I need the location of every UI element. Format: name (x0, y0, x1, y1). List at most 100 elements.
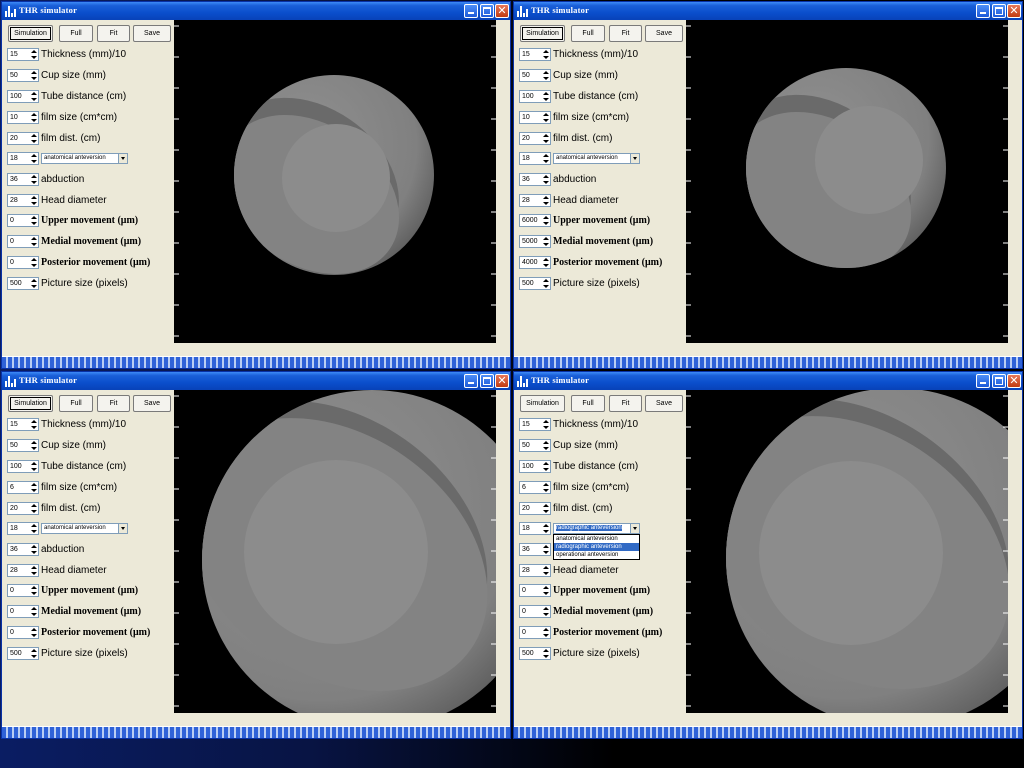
spin-up-icon[interactable] (543, 113, 549, 116)
spin-down-icon[interactable] (31, 634, 37, 637)
spin-down-icon[interactable] (543, 119, 549, 122)
dropdown-option-anatomical-anteversion[interactable]: anatomical anteversion (554, 535, 639, 543)
maximize-button[interactable] (480, 4, 494, 18)
horizontal-scrollbar[interactable] (2, 726, 510, 738)
spinner-arrows[interactable] (541, 627, 550, 638)
value-spinner[interactable]: 100 (519, 90, 551, 103)
spin-up-icon[interactable] (31, 113, 37, 116)
spin-up-icon[interactable] (31, 258, 37, 261)
maximize-button[interactable] (992, 4, 1006, 18)
spin-down-icon[interactable] (543, 243, 549, 246)
spin-up-icon[interactable] (31, 462, 37, 465)
value-spinner[interactable]: 10 (7, 111, 39, 124)
spin-up-icon[interactable] (543, 649, 549, 652)
spinner-arrows[interactable] (29, 257, 38, 268)
value-spinner[interactable]: 500 (519, 647, 551, 660)
horizontal-scrollbar[interactable] (2, 356, 510, 368)
spin-down-icon[interactable] (543, 510, 549, 513)
value-spinner[interactable]: 15 (7, 48, 39, 61)
spin-down-icon[interactable] (543, 572, 549, 575)
spinner-arrows[interactable] (541, 565, 550, 576)
spin-down-icon[interactable] (543, 56, 549, 59)
spin-down-icon[interactable] (543, 285, 549, 288)
spin-up-icon[interactable] (31, 504, 37, 507)
spin-up-icon[interactable] (543, 237, 549, 240)
value-spinner[interactable]: 10 (519, 111, 551, 124)
value-spinner[interactable]: 0 (7, 214, 39, 227)
spin-up-icon[interactable] (543, 462, 549, 465)
spin-down-icon[interactable] (31, 655, 37, 658)
spin-down-icon[interactable] (31, 613, 37, 616)
value-spinner[interactable]: 18 (7, 152, 39, 165)
close-button[interactable]: ✕ (495, 374, 509, 388)
dropdown-option-radiographic-anteversion[interactable]: radiographic anteversion (554, 543, 639, 551)
spinner-arrows[interactable] (29, 91, 38, 102)
chevron-down-icon[interactable] (118, 524, 127, 533)
spin-up-icon[interactable] (31, 420, 37, 423)
full-button[interactable]: Full (571, 395, 605, 412)
spin-up-icon[interactable] (31, 483, 37, 486)
spin-up-icon[interactable] (31, 92, 37, 95)
value-spinner[interactable]: 28 (519, 194, 551, 207)
spinner-arrows[interactable] (29, 585, 38, 596)
spin-up-icon[interactable] (543, 92, 549, 95)
value-spinner[interactable]: 0 (519, 584, 551, 597)
fit-button[interactable]: Fit (97, 395, 130, 412)
save-button[interactable]: Save (645, 25, 683, 42)
spin-down-icon[interactable] (31, 98, 37, 101)
value-spinner[interactable]: 20 (519, 132, 551, 145)
close-button[interactable]: ✕ (1007, 374, 1021, 388)
value-spinner[interactable]: 500 (7, 647, 39, 660)
spin-up-icon[interactable] (543, 504, 549, 507)
spin-down-icon[interactable] (543, 264, 549, 267)
spinner-arrows[interactable] (29, 112, 38, 123)
chevron-down-icon[interactable] (118, 154, 127, 163)
spinner-arrows[interactable] (541, 174, 550, 185)
value-spinner[interactable]: 0 (519, 626, 551, 639)
spin-up-icon[interactable] (543, 71, 549, 74)
value-spinner[interactable]: 18 (519, 522, 551, 535)
spin-up-icon[interactable] (31, 175, 37, 178)
spinner-arrows[interactable] (29, 70, 38, 81)
maximize-button[interactable] (480, 374, 494, 388)
spin-up-icon[interactable] (31, 586, 37, 589)
spin-down-icon[interactable] (31, 530, 37, 533)
spinner-arrows[interactable] (29, 278, 38, 289)
simulation-button[interactable]: Simulation (520, 395, 565, 412)
value-spinner[interactable]: 28 (7, 564, 39, 577)
fit-button[interactable]: Fit (97, 25, 130, 42)
spin-down-icon[interactable] (543, 489, 549, 492)
spin-down-icon[interactable] (31, 264, 37, 267)
spinner-arrows[interactable] (29, 153, 38, 164)
spinner-arrows[interactable] (29, 503, 38, 514)
value-spinner[interactable]: 50 (519, 439, 551, 452)
spin-up-icon[interactable] (31, 649, 37, 652)
spin-up-icon[interactable] (31, 71, 37, 74)
dropdown-option-operational-anteversion[interactable]: operational anteversion (554, 551, 639, 559)
spinner-arrows[interactable] (541, 195, 550, 206)
value-spinner[interactable]: 15 (519, 48, 551, 61)
spin-up-icon[interactable] (543, 441, 549, 444)
spinner-arrows[interactable] (541, 419, 550, 430)
spinner-arrows[interactable] (29, 440, 38, 451)
spinner-arrows[interactable] (541, 440, 550, 451)
spin-up-icon[interactable] (543, 196, 549, 199)
spin-down-icon[interactable] (31, 243, 37, 246)
spinner-arrows[interactable] (541, 461, 550, 472)
minimize-button[interactable] (976, 374, 990, 388)
value-spinner[interactable]: 36 (519, 543, 551, 556)
value-spinner[interactable]: 0 (7, 605, 39, 618)
value-spinner[interactable]: 28 (7, 194, 39, 207)
spinner-arrows[interactable] (29, 461, 38, 472)
minimize-button[interactable] (464, 374, 478, 388)
spin-down-icon[interactable] (543, 655, 549, 658)
value-spinner[interactable]: 100 (7, 460, 39, 473)
spinner-arrows[interactable] (29, 627, 38, 638)
value-spinner[interactable]: 0 (7, 256, 39, 269)
save-button[interactable]: Save (133, 25, 171, 42)
spin-down-icon[interactable] (543, 426, 549, 429)
value-spinner[interactable]: 50 (7, 439, 39, 452)
value-spinner[interactable]: 500 (7, 277, 39, 290)
value-spinner[interactable]: 0 (7, 584, 39, 597)
spin-down-icon[interactable] (31, 426, 37, 429)
